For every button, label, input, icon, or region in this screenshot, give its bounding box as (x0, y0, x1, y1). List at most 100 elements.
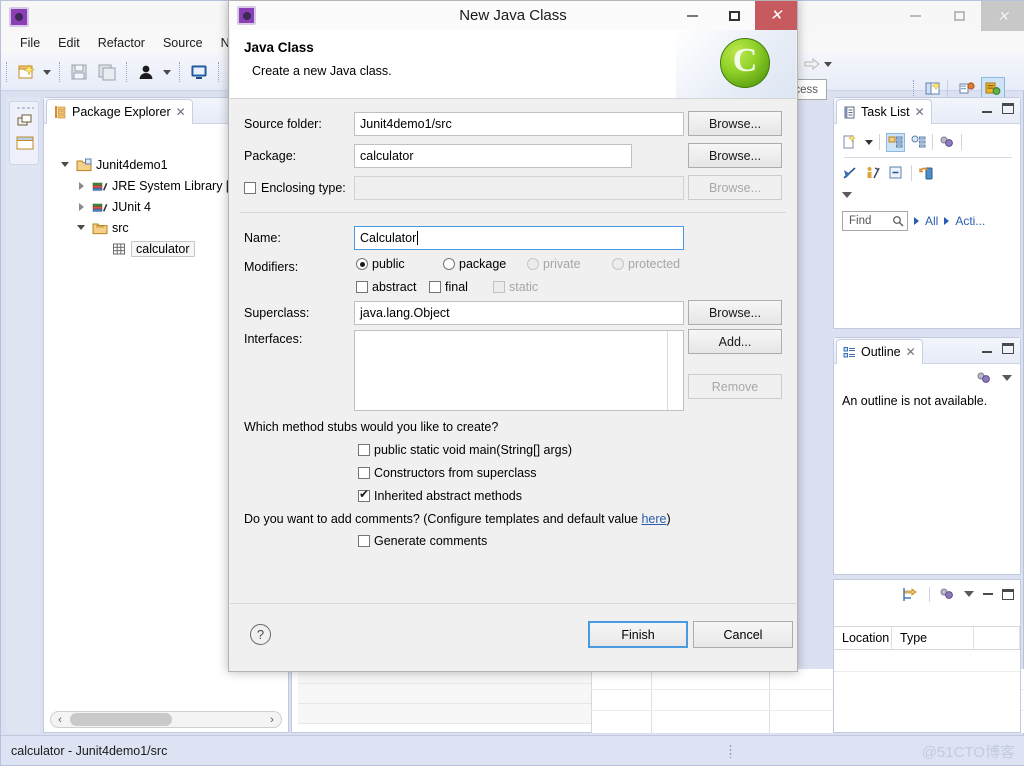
view-menu-icon[interactable] (842, 192, 852, 198)
superclass-browse-button[interactable]: Browse... (688, 300, 782, 325)
interfaces-list[interactable] (354, 330, 684, 411)
modifier-checkbox-final[interactable]: final (429, 280, 493, 294)
forward-arrow-icon[interactable] (802, 52, 822, 76)
save-icon[interactable] (66, 60, 92, 84)
enclosing-type-checkbox[interactable] (244, 182, 256, 194)
new-task-icon[interactable] (842, 133, 859, 151)
maximize-view-icon[interactable] (1002, 103, 1014, 114)
radio-public-input[interactable] (356, 258, 368, 270)
new-task-dropdown-icon[interactable] (865, 139, 873, 145)
package-explorer-fastview-icon[interactable] (16, 135, 34, 151)
tree-expander-closed-icon[interactable] (74, 181, 88, 190)
source-folder-input[interactable]: Junit4demo1/src (354, 112, 684, 136)
new-wizard-dropdown-icon[interactable] (40, 60, 54, 84)
checkbox-inherited-label: Inherited abstract methods (374, 489, 522, 503)
menu-item-edit[interactable]: Edit (49, 34, 89, 52)
main-maximize-button[interactable] (937, 1, 981, 31)
cancel-button[interactable]: Cancel (693, 621, 793, 648)
new-wizard-icon[interactable] (13, 60, 39, 84)
help-button[interactable]: ? (250, 624, 271, 645)
interfaces-add-button[interactable]: Add... (688, 329, 782, 354)
user-profile-dropdown-icon[interactable] (160, 60, 174, 84)
tab-package-explorer-close-icon[interactable]: ✕ (176, 105, 186, 119)
collapse-all-tasks-icon[interactable] (888, 165, 905, 182)
scroll-thumb[interactable] (70, 713, 172, 726)
focus-on-workweek-icon[interactable] (842, 165, 859, 182)
user-profile-icon[interactable] (133, 60, 159, 84)
checkbox-inherited-input[interactable] (358, 487, 370, 502)
column-header-type[interactable]: Type (892, 627, 974, 649)
tab-task-list[interactable]: Task List ✕ (836, 99, 932, 124)
package-browse-button[interactable]: Browse... (688, 143, 782, 168)
comments-option-generate[interactable]: Generate comments (358, 534, 487, 548)
filter-all-link[interactable]: All (925, 214, 938, 228)
tab-outline-close-icon[interactable]: ✕ (906, 345, 916, 359)
package-explorer-hscrollbar[interactable]: ‹ › (50, 711, 282, 728)
interfaces-list-scrollbar[interactable] (667, 331, 683, 410)
problems-view-menu-icon[interactable] (964, 591, 974, 597)
drag-handle-dots[interactable] (16, 106, 34, 110)
task-find-input[interactable]: Find (842, 211, 908, 231)
save-all-icon[interactable] (94, 60, 120, 84)
tree-expander-open-icon[interactable] (58, 162, 72, 167)
checkbox-abstract-input[interactable] (356, 281, 368, 293)
tree-expander-open-icon[interactable] (74, 225, 88, 230)
minimize-view-icon[interactable] (982, 111, 992, 113)
tab-package-explorer[interactable]: Package Explorer ✕ (46, 99, 193, 124)
filter-activate-expander-icon[interactable] (944, 217, 950, 225)
menu-item-source[interactable]: Source (154, 34, 212, 52)
source-folder-browse-button[interactable]: Browse... (688, 111, 782, 136)
package-input[interactable]: calculator (354, 144, 632, 168)
scroll-left-icon[interactable]: ‹ (51, 714, 69, 726)
checkbox-main-method-input[interactable] (358, 444, 370, 456)
configure-templates-link[interactable]: here (641, 512, 666, 526)
scheduled-mode-icon[interactable] (911, 135, 926, 150)
console-icon[interactable] (186, 60, 212, 84)
main-close-button[interactable]: ✕ (981, 1, 1024, 31)
synchronize-tasks-icon[interactable] (918, 165, 935, 182)
task-presentation-icon[interactable] (939, 134, 955, 150)
tree-expander-closed-icon[interactable] (74, 202, 88, 211)
dialog-minimize-button[interactable] (671, 1, 713, 30)
finish-button[interactable]: Finish (588, 621, 688, 648)
minimize-view-icon[interactable] (982, 351, 992, 353)
tab-outline[interactable]: Outline ✕ (836, 339, 923, 364)
maximize-view-icon[interactable] (1002, 343, 1014, 354)
checkbox-constructors-input[interactable] (358, 467, 370, 479)
modifier-checkbox-abstract[interactable]: abstract (356, 280, 429, 294)
filter-my-tasks-icon[interactable] (865, 165, 882, 182)
dialog-maximize-button[interactable] (713, 1, 755, 30)
scroll-right-icon[interactable]: › (263, 714, 281, 726)
menu-item-file[interactable]: File (11, 34, 49, 52)
stub-option-constructors[interactable]: Constructors from superclass (358, 466, 537, 480)
modifier-radio-public[interactable]: public (356, 257, 443, 271)
tab-task-list-close-icon[interactable]: ✕ (915, 105, 925, 119)
stub-option-inherited[interactable]: Inherited abstract methods (358, 487, 522, 503)
modifier-radio-package[interactable]: package (443, 257, 527, 271)
menu-item-refactor[interactable]: Refactor (89, 34, 154, 52)
class-name-input[interactable]: Calculator (354, 226, 684, 250)
toolbar-overflow-dropdown-icon[interactable] (823, 52, 834, 76)
filter-all-expander-icon[interactable] (914, 217, 919, 225)
categorized-mode-icon[interactable] (886, 132, 905, 152)
status-bar-grip[interactable] (729, 744, 732, 758)
radio-public-label: public (372, 257, 405, 271)
filter-activate-link[interactable]: Acti... (955, 214, 985, 228)
dialog-close-button[interactable]: ✕ (755, 1, 797, 30)
stub-option-main[interactable]: public static void main(String[] args) (358, 443, 572, 457)
checkbox-final-input[interactable] (429, 281, 441, 293)
problems-presentation-icon[interactable] (939, 586, 955, 602)
outline-view-menu-icon[interactable] (1002, 375, 1012, 381)
link-to-editor-icon[interactable] (903, 587, 920, 602)
checkbox-generate-comments-input[interactable] (358, 535, 370, 547)
modifier-radio-private: private (527, 257, 612, 271)
superclass-input[interactable]: java.lang.Object (354, 301, 684, 325)
main-minimize-button[interactable] (893, 1, 937, 31)
maximize-view-icon[interactable] (1002, 588, 1014, 600)
column-header-extra[interactable] (974, 627, 1020, 649)
minimize-view-icon[interactable] (983, 593, 993, 595)
restore-view-icon[interactable] (17, 114, 33, 128)
radio-package-input[interactable] (443, 258, 455, 270)
column-header-location[interactable]: Location (834, 627, 892, 649)
outline-presentation-icon[interactable] (976, 370, 992, 386)
